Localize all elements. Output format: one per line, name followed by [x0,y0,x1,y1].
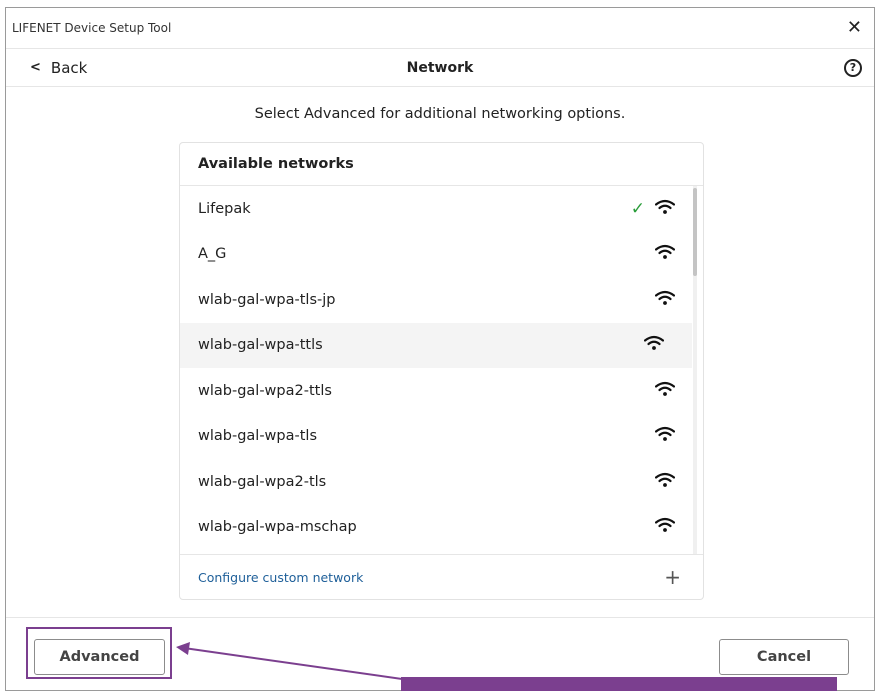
network-name: wlab-gal-wpa2-tls [198,473,327,490]
title-bar: LIFENET Device Setup Tool ✕ [6,8,874,49]
window-title: LIFENET Device Setup Tool [12,21,172,35]
network-name: Lifepak [198,200,251,217]
network-row[interactable]: wlab-gal-wpa2-tls [180,459,703,505]
configure-custom-network-link[interactable]: Configure custom network [198,570,363,585]
network-row[interactable]: wlab-gal-wpa-ttls [180,322,692,368]
page-title: Network [406,59,474,76]
wifi-signal-icon [655,290,675,310]
wifi-signal-icon [655,426,675,446]
network-name: wlab-gal-wpa-mschap [198,519,357,536]
intro-text: Select Advanced for additional networkin… [254,106,626,122]
wifi-signal-icon [644,335,664,355]
back-label: Back [50,58,88,77]
add-network-icon[interactable]: + [664,567,681,587]
advanced-button[interactable]: Advanced [34,639,165,675]
network-row[interactable]: Lifepak ✓ [180,186,703,232]
wifi-signal-icon [655,199,675,219]
connected-check-icon: ✓ [630,198,645,219]
nav-bar: < Back Network ? [6,49,874,87]
network-row[interactable]: wlab-gal-wpa-tls [180,414,703,460]
network-row[interactable]: wlab-gal-wpa2-ttls [180,368,703,414]
wifi-signal-icon [655,244,675,264]
help-icon[interactable]: ? [844,58,862,77]
network-name: wlab-gal-wpa-tls [198,428,318,445]
network-name: wlab-gal-wpa-tls-jp [198,291,336,308]
network-row[interactable]: A_G [180,232,703,278]
main-content: Select Advanced for additional networkin… [6,87,874,618]
setup-tool-window: LIFENET Device Setup Tool ✕ < Back Netwo… [5,7,875,691]
panel-footer: Configure custom network + [180,554,703,599]
wifi-signal-icon [655,381,675,401]
network-row[interactable]: wlab-gal-wpa-tls-jp [180,277,703,323]
available-networks-panel: Available networks Lifepak ✓ A_G wlab-gal-w… [179,142,704,600]
panel-header: Available networks [180,143,703,186]
wifi-signal-icon [655,517,675,537]
network-name: wlab-gal-wpa-ttls [198,337,323,354]
wifi-signal-icon [655,472,675,492]
chevron-left-icon: < [30,60,41,75]
cancel-button[interactable]: Cancel [719,639,849,675]
annotation-callout [401,677,837,691]
network-name: A_G [198,246,227,263]
close-icon[interactable]: ✕ [847,19,862,37]
back-button[interactable]: < Back [30,59,87,77]
network-list[interactable]: Lifepak ✓ A_G wlab-gal-wpa-tls-jp wlab-gal-w… [180,186,703,554]
network-row[interactable]: wlab-gal-wpa-mschap [180,505,703,551]
network-name: wlab-gal-wpa2-ttls [198,382,332,399]
